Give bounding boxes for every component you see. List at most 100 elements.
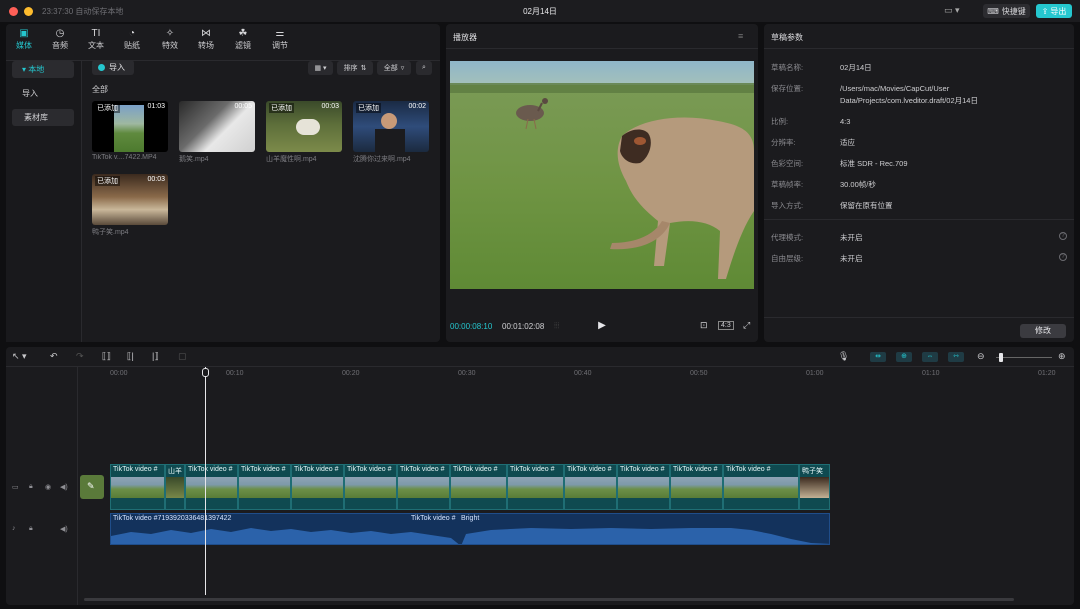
timeline-clip[interactable]: 山羊	[165, 464, 185, 510]
tab-media[interactable]: ▣ 媒体	[6, 28, 42, 51]
clip-thumbnail: 已添加 00:03	[92, 174, 168, 225]
props-title: 草稿参数	[771, 33, 803, 42]
media-clip[interactable]: 已添加 00:03 鸭子笑.mp4	[92, 174, 168, 237]
screenshot-icon[interactable]: ⊡	[700, 320, 708, 331]
added-badge: 已添加	[356, 103, 381, 113]
search-icon: ⌕	[422, 64, 426, 71]
waveform-toggle-icon[interactable]: ⦙⦙⦙	[554, 321, 559, 331]
keyboard-icon: ⌨	[987, 6, 999, 16]
cover-thumbnail[interactable]: ✎	[80, 475, 104, 499]
microphone-icon[interactable]: 🎙	[838, 351, 849, 362]
timeline-clip[interactable]: TikTok video #	[110, 464, 165, 510]
modify-button[interactable]: 修改	[1020, 324, 1066, 338]
media-panel: ▣ 媒体 ◷ 音频 TI 文本 ◔ 贴纸 ✧ 特效 ⋈ 转场 ☘ 滤镜 ⚌ 调节 ▾ 本地 导入…	[6, 24, 440, 342]
eye-icon[interactable]: ◉	[45, 483, 51, 491]
trim-left-icon[interactable]: ⟦|	[127, 351, 134, 362]
timeline-clip[interactable]: TikTok video #	[564, 464, 617, 510]
timeline-clip[interactable]: TikTok video #	[238, 464, 291, 510]
layout-icon[interactable]: ▭ ▾	[944, 5, 966, 17]
clip-name: 山羊魔性啊.mp4	[266, 156, 317, 163]
media-clip[interactable]: 已添加 01:03 TikTok v....7422.MP4	[92, 101, 168, 161]
media-clip[interactable]: 已添加 00:03 山羊魔性啊.mp4	[266, 101, 342, 164]
media-clip[interactable]: 00:05 鹅笑.mp4	[179, 101, 255, 164]
import-button[interactable]: 导入	[92, 60, 134, 75]
split-icon[interactable]: ⟦⟧	[102, 351, 111, 362]
clip-name: 沈腾你过来啊.mp4	[353, 156, 411, 163]
lock-icon[interactable]: 🔒︎	[29, 483, 33, 491]
zoom-slider-handle[interactable]	[999, 353, 1003, 362]
timeline-clip[interactable]: TikTok video #	[291, 464, 344, 510]
preview-axis-toggle[interactable]: ⇿	[948, 352, 964, 362]
redo-icon[interactable]: ↷	[76, 351, 84, 362]
divider	[764, 48, 1074, 49]
timeline-clip[interactable]: TikTok video #	[670, 464, 723, 510]
player-title: 播放器	[453, 33, 477, 42]
tab-filter[interactable]: ☘ 滤镜	[225, 28, 261, 51]
timeline-clip[interactable]: TikTok video #	[397, 464, 450, 510]
audio-track[interactable]: TikTok video #7193920336481397422 TikTok…	[110, 513, 830, 545]
timeline-clip[interactable]: TikTok video #	[723, 464, 799, 510]
sort-icon: ⇅	[360, 65, 367, 72]
undo-icon[interactable]: ↶	[50, 351, 58, 362]
zoom-slider[interactable]	[996, 357, 1052, 358]
filter-button[interactable]: 全部 ▿	[377, 61, 411, 75]
speaker-icon[interactable]: ◀)	[60, 525, 68, 533]
sidebar-item-library[interactable]: 素材库	[12, 109, 74, 126]
tab-audio[interactable]: ◷ 音频	[42, 28, 78, 51]
effects-icon: ✧	[165, 28, 175, 39]
time-ruler[interactable]: 00:00 00:10 00:20 00:30 00:40 00:50 01:0…	[78, 367, 1074, 381]
search-button[interactable]: ⌕	[416, 61, 432, 75]
zoom-out-icon[interactable]: ⊖	[977, 351, 985, 362]
media-clip[interactable]: 已添加 00:02 沈腾你过来啊.mp4	[353, 101, 429, 164]
fullscreen-icon[interactable]: ⤢	[743, 320, 750, 331]
video-preview[interactable]	[450, 61, 754, 289]
sidebar-item-import[interactable]: 导入	[12, 85, 74, 102]
export-icon: ⇪	[1041, 6, 1049, 16]
select-tool-icon[interactable]: ↖ ▾	[12, 351, 27, 362]
main-track-magnet-toggle[interactable]: ⇹	[870, 352, 886, 362]
playhead[interactable]	[205, 367, 206, 595]
audio-clip-label: TikTok video #7193920336481397422	[113, 515, 232, 522]
zoom-in-icon[interactable]: ⊕	[1058, 351, 1066, 362]
clip-thumbnail: 00:05	[179, 101, 255, 152]
help-icon[interactable]: ?	[1059, 232, 1067, 240]
clip-duration: 00:05	[234, 103, 252, 110]
sidebar-item-local[interactable]: ▾ 本地	[12, 61, 74, 78]
play-button[interactable]: ▶	[596, 320, 608, 332]
tab-effects[interactable]: ✧ 特效	[152, 28, 188, 51]
clip-name: 鹅笑.mp4	[179, 156, 209, 163]
timeline-clip[interactable]: TikTok video #	[450, 464, 507, 510]
speaker-icon[interactable]: ◀)	[60, 483, 68, 491]
video-frame	[450, 61, 754, 289]
clip-duration: 00:03	[321, 103, 339, 110]
sort-button[interactable]: 排序 ⇅	[337, 61, 373, 75]
tab-adjust[interactable]: ⚌ 调节	[262, 28, 298, 51]
timeline-clip[interactable]: TikTok video #	[344, 464, 397, 510]
timeline-clip[interactable]: 鸭子笑	[799, 464, 830, 510]
playhead-handle[interactable]	[202, 368, 209, 377]
auto-snap-toggle[interactable]: ⊕	[896, 352, 912, 362]
view-mode-button[interactable]: ▦ ▾	[308, 61, 333, 75]
timeline-clip[interactable]: TikTok video #	[507, 464, 564, 510]
menu-icon[interactable]: ≡	[738, 31, 743, 41]
lock-icon[interactable]: 🔒︎	[29, 525, 33, 533]
help-icon[interactable]: ?	[1059, 253, 1067, 261]
timeline-clip[interactable]: TikTok video #	[617, 464, 670, 510]
ratio-button[interactable]: 4:3	[718, 321, 734, 330]
tab-text[interactable]: TI 文本	[78, 28, 114, 51]
draft-properties-panel: 草稿参数 草稿名称: 02月14日 保存位置:/Users/mac/Movies/…	[764, 24, 1074, 342]
linkage-toggle[interactable]: ⇔	[922, 352, 938, 362]
shortcut-button[interactable]: ⌨ 快捷键	[983, 4, 1030, 18]
horizontal-scrollbar[interactable]	[84, 598, 1014, 601]
video-track[interactable]: TikTok video # 山羊 TikTok video # TikTok …	[110, 464, 830, 510]
audio-clip-label: Bright	[461, 515, 480, 522]
audio-icon: ◷	[55, 28, 65, 39]
section-label: 全部	[92, 85, 108, 94]
trim-right-icon[interactable]: |⟧	[152, 351, 159, 362]
tab-sticker[interactable]: ◔ 贴纸	[114, 28, 150, 51]
export-button[interactable]: ⇪ 导出	[1036, 4, 1072, 18]
timeline-clip[interactable]: TikTok video #	[185, 464, 238, 510]
current-time: 00:00:08:10	[450, 322, 493, 331]
delete-icon[interactable]: ▢	[178, 351, 187, 362]
tab-transition[interactable]: ⋈ 转场	[188, 28, 224, 51]
